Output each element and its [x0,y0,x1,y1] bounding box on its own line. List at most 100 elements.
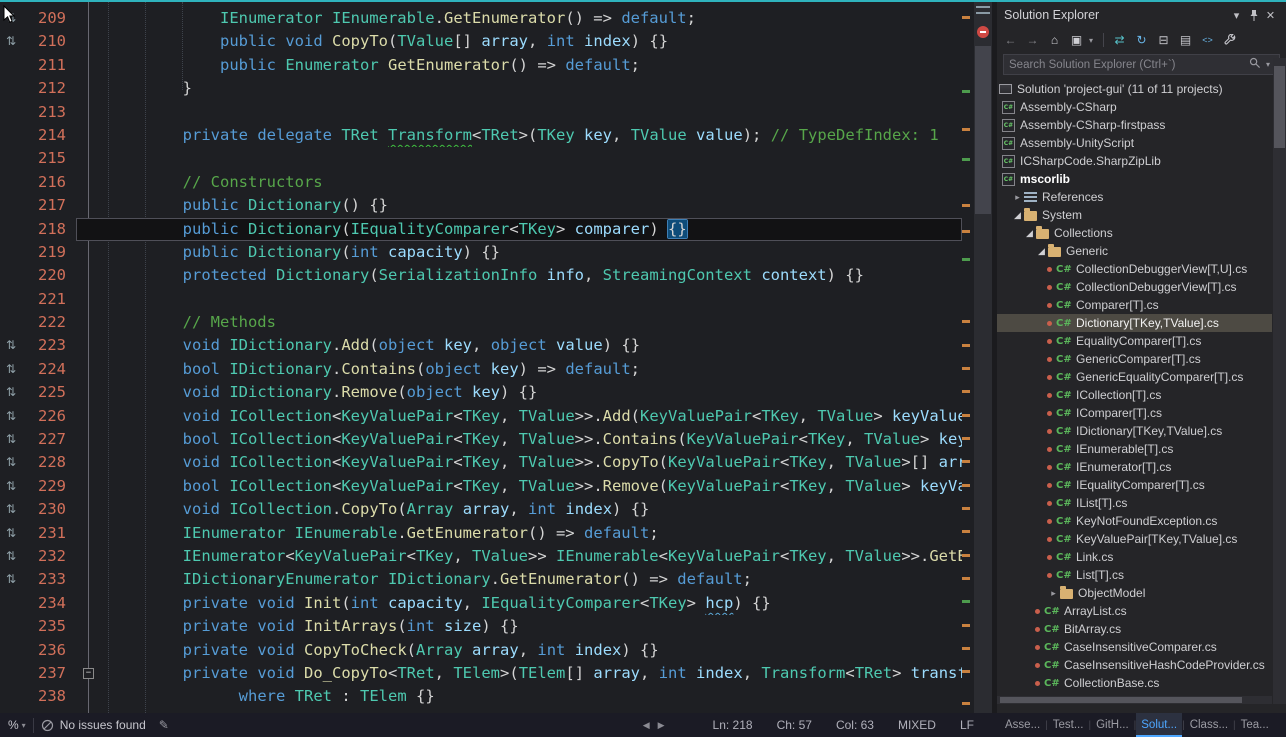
search-input[interactable]: Search Solution Explorer (Ctrl+`) ▾ [1003,54,1280,75]
code-editor[interactable]: ⇅209 IEnumerator IEnumerable.GetEnumerat… [0,2,992,713]
tree-item-file[interactable]: C#Dictionary[TKey,TValue].cs [997,314,1272,332]
expanded-arrow-icon[interactable]: ◢ [1023,228,1036,239]
code-line-210[interactable]: ⇅210 public void CopyTo(TValue[] array, … [0,30,962,53]
code-line-221[interactable]: 221 [0,288,962,311]
collapse-all-icon[interactable]: ⊟ [1154,31,1173,50]
implements-indicator-icon[interactable]: ⇅ [0,545,22,568]
implements-indicator-icon[interactable]: ⇅ [0,428,22,451]
tree-item-file[interactable]: C#EqualityComparer[T].cs [997,332,1272,350]
line-number[interactable]: 229 [22,475,76,498]
show-all-files-icon[interactable]: ▤ [1176,31,1195,50]
forward-icon[interactable]: → [1023,31,1042,50]
expanded-arrow-icon[interactable]: ◢ [1011,210,1024,221]
line-number[interactable]: 226 [22,405,76,428]
code-line-218[interactable]: 218 public Dictionary(IEqualityComparer<… [0,218,962,241]
line-number[interactable]: 234 [22,592,76,615]
tool-window-tab[interactable]: Asse... [1000,713,1045,737]
collapsed-arrow-icon[interactable]: ▸ [1011,192,1024,203]
code-line-212[interactable]: 212 } [0,77,962,100]
implements-indicator-icon[interactable]: ⇅ [0,475,22,498]
tree-item[interactable]: ◢System [997,206,1272,224]
line-number[interactable]: 227 [22,428,76,451]
code-line-211[interactable]: 211 public Enumerator GetEnumerator() =>… [0,54,962,77]
line-number[interactable]: 238 [22,685,76,708]
line-number[interactable]: 219 [22,241,76,264]
tree-item[interactable]: ▸ObjectModel [997,584,1272,602]
line-number[interactable]: 209 [22,7,76,30]
tree-item-file[interactable]: C#IEnumerable[T].cs [997,440,1272,458]
line-number[interactable]: 221 [22,288,76,311]
tree-item-file[interactable]: C#IList[T].cs [997,494,1272,512]
tree-item-file[interactable]: C#CollectionDebuggerView[T].cs [997,278,1272,296]
tree-item-file[interactable]: C#IDictionary[TKey,TValue].cs [997,422,1272,440]
chevron-down-icon[interactable]: ▾ [1228,7,1245,23]
code-line-209[interactable]: ⇅209 IEnumerator IEnumerable.GetEnumerat… [0,7,962,30]
tree-item-file[interactable]: C#CollectionBase.cs [997,674,1272,692]
scroll-right-button[interactable]: ▶ [654,720,669,731]
line-number[interactable]: 223 [22,334,76,357]
line-number[interactable]: 222 [22,311,76,334]
tool-window-tab[interactable]: Test... [1048,713,1089,737]
implements-indicator-icon[interactable]: ⇅ [0,381,22,404]
line-number[interactable]: 228 [22,451,76,474]
line-number[interactable]: 211 [22,54,76,77]
line-number[interactable]: 217 [22,194,76,217]
tree-item[interactable]: ▸References [997,188,1272,206]
view-code-icon[interactable]: <> [1198,31,1217,50]
tool-window-tab[interactable]: Class... [1185,713,1233,737]
tree-item-file[interactable]: C#Link.cs [997,548,1272,566]
code-line-222[interactable]: 222 // Methods [0,311,962,334]
tree-item-file[interactable]: C#ICollection[T].cs [997,386,1272,404]
tree-item-file[interactable]: C#ArrayList.cs [997,602,1272,620]
back-icon[interactable]: ← [1001,31,1020,50]
code-line-224[interactable]: ⇅224 bool IDictionary.Contains(object ke… [0,358,962,381]
tree-item-file[interactable]: C#CaseInsensitiveComparer.cs [997,638,1272,656]
code-line-237[interactable]: 237− private void Do_CopyTo<TRet, TElem>… [0,662,962,685]
code-line-216[interactable]: 216 // Constructors [0,171,962,194]
tree-item[interactable]: C#Assembly-CSharp [997,98,1272,116]
code-line-236[interactable]: 236 private void CopyToCheck(Array array… [0,639,962,662]
tree-item-file[interactable]: C#KeyValuePair[TKey,TValue].cs [997,530,1272,548]
implements-indicator-icon[interactable]: ⇅ [0,498,22,521]
code-line-233[interactable]: ⇅233 IDictionaryEnumerator IDictionary.G… [0,568,962,591]
code-line-234[interactable]: 234 private void Init(int capacity, IEqu… [0,592,962,615]
collapsed-arrow-icon[interactable]: ▸ [1047,588,1060,599]
code-line-229[interactable]: ⇅229 bool ICollection<KeyValuePair<TKey,… [0,475,962,498]
code-line-215[interactable]: 215 [0,147,962,170]
code-line-235[interactable]: 235 private void InitArrays(int size) {} [0,615,962,638]
editor-vertical-scrollbar[interactable] [974,2,992,713]
tree-item-file[interactable]: C#List[T].cs [997,566,1272,584]
code-line-232[interactable]: ⇅232 IEnumerator<KeyValuePair<TKey, TVal… [0,545,962,568]
implements-indicator-icon[interactable]: ⇅ [0,30,22,53]
tree-item-file[interactable]: C#CaseInsensitiveHashCodeProvider.cs [997,656,1272,674]
code-line-217[interactable]: 217 public Dictionary() {} [0,194,962,217]
implements-indicator-icon[interactable]: ⇅ [0,358,22,381]
properties-icon[interactable] [1220,31,1239,50]
tree-item-file[interactable]: C#IComparer[T].cs [997,404,1272,422]
tree-item[interactable]: C#Assembly-UnityScript [997,134,1272,152]
line-number[interactable]: 224 [22,358,76,381]
line-number[interactable]: 218 [22,218,76,241]
editor-scrollbar-thumb[interactable] [975,46,991,214]
line-number[interactable]: 225 [22,381,76,404]
scrollbar-thumb[interactable] [1274,66,1285,148]
tree-item-file[interactable]: C#BitArray.cs [997,620,1272,638]
pin-icon[interactable] [1245,7,1262,23]
tree-item-file[interactable]: C#KeyNotFoundException.cs [997,512,1272,530]
implements-indicator-icon[interactable]: ⇅ [0,451,22,474]
line-number[interactable]: 233 [22,568,76,591]
code-line-238[interactable]: 238 where TRet : TElem {} [0,685,962,708]
tree-item[interactable]: ◢Generic [997,242,1272,260]
code-line-228[interactable]: ⇅228 void ICollection<KeyValuePair<TKey,… [0,451,962,474]
tool-window-tab[interactable]: Tea... [1236,713,1274,737]
line-number[interactable]: 213 [22,101,76,124]
dropdown-caret-icon[interactable]: ▾ [1089,36,1097,45]
tree-item[interactable]: Solution 'project-gui' (11 of 11 project… [997,80,1272,98]
code-line-213[interactable]: 213 [0,101,962,124]
search-icon[interactable] [1249,56,1261,74]
line-number[interactable]: 214 [22,124,76,147]
line-number[interactable]: 230 [22,498,76,521]
code-line-230[interactable]: ⇅230 void ICollection.CopyTo(Array array… [0,498,962,521]
tree-item[interactable]: C#Assembly-CSharp-firstpass [997,116,1272,134]
line-number[interactable]: 212 [22,77,76,100]
